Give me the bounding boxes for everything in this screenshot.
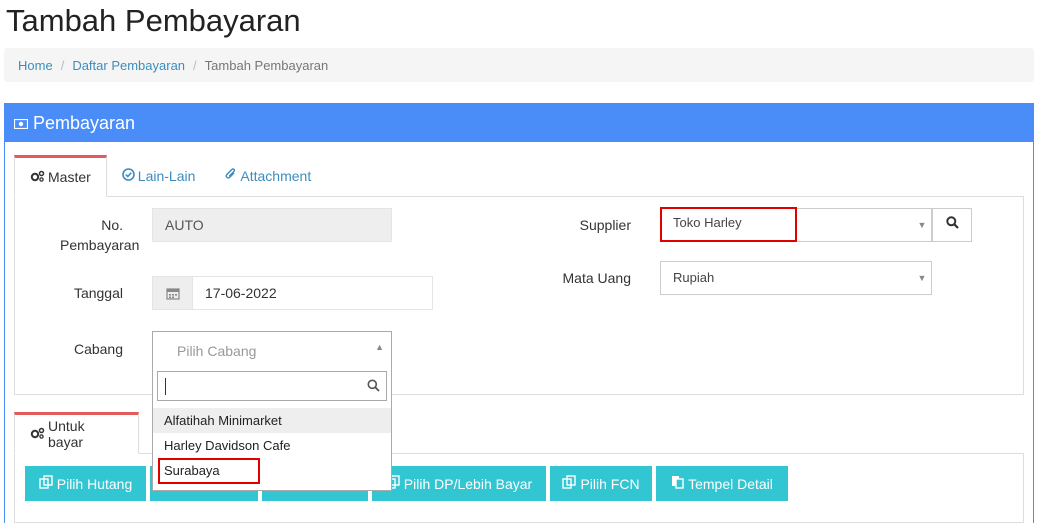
cabang-placeholder: Pilih Cabang <box>177 343 257 359</box>
tanggal-input[interactable]: 17-06-2022 <box>193 277 432 309</box>
check-circle-icon <box>121 168 138 184</box>
breadcrumb-current: Tambah Pembayaran <box>204 57 329 73</box>
mata-uang-label: Mata Uang <box>562 270 631 286</box>
tanggal-label: Tanggal <box>73 285 123 301</box>
supplier-select[interactable]: Toko Harley ▼ <box>660 208 932 242</box>
breadcrumb-home-link[interactable]: Home <box>18 58 53 73</box>
breadcrumb: Home / Daftar Pembayaran / Tambah Pembay… <box>4 48 1034 82</box>
cabang-option[interactable]: Surabaya <box>153 458 391 483</box>
tanggal-input-group[interactable]: 17-06-2022 <box>152 276 433 310</box>
tab-attachment-label: Attachment <box>240 168 312 184</box>
breadcrumb-separator: / <box>60 57 65 73</box>
panel-heading: Pembayaran <box>5 104 1033 142</box>
tempel-detail-button[interactable]: Tempel Detail <box>656 466 788 501</box>
cabang-options: Alfatihah Minimarket Harley Davidson Caf… <box>153 408 391 483</box>
tempel-detail-label: Tempel Detail <box>688 475 773 492</box>
money-icon <box>13 113 33 134</box>
tab-lain-lain[interactable]: Lain-Lain <box>107 155 211 197</box>
paste-icon <box>671 475 688 492</box>
pilih-fcn-button[interactable]: Pilih FCN <box>550 466 652 501</box>
cabang-option[interactable]: Harley Davidson Cafe <box>153 433 391 458</box>
calendar-icon[interactable] <box>153 277 193 309</box>
supplier-value: Toko Harley <box>673 214 742 230</box>
pilih-dp-label: Pilih DP/Lebih Bayar <box>403 475 533 492</box>
no-pembayaran-label: No. Pembayaran <box>60 217 140 253</box>
tab-master-label: Master <box>48 169 91 185</box>
cabang-dropdown[interactable]: Pilih Cabang ▲ Alfatihah Minimarket Harl… <box>152 331 392 491</box>
pilih-dp-button[interactable]: Pilih DP/Lebih Bayar <box>372 466 546 501</box>
breadcrumb-list-link[interactable]: Daftar Pembayaran <box>72 58 185 73</box>
pilih-hutang-label: Pilih Hutang <box>56 475 133 492</box>
copy-icon <box>562 475 580 492</box>
supplier-search-button[interactable] <box>932 208 972 242</box>
pilih-hutang-button[interactable]: Pilih Hutang <box>25 466 146 501</box>
cabang-label: Cabang <box>73 341 123 357</box>
cogs-icon <box>30 426 48 442</box>
paperclip-icon <box>225 168 240 184</box>
tab-untuk-bayar[interactable]: Untuk bayar <box>14 412 139 454</box>
chevron-down-icon: ▼ <box>917 273 927 283</box>
chevron-up-icon: ▲ <box>375 342 384 352</box>
cabang-option[interactable]: Alfatihah Minimarket <box>153 408 391 433</box>
tab-bar: Master Lain-Lain Attachment <box>14 155 1024 197</box>
panel-title: Pembayaran <box>33 112 136 133</box>
cabang-select[interactable]: Pilih Cabang ▲ <box>153 332 391 370</box>
tab-attachment[interactable]: Attachment <box>210 155 326 197</box>
copy-icon <box>39 475 57 492</box>
supplier-label: Supplier <box>579 217 631 233</box>
action-button-row: Pilih Hutang Pilih DP/Lebih Bayar Pilih … <box>25 466 788 501</box>
page-title: Tambah Pembayaran <box>6 3 301 38</box>
mata-uang-value: Rupiah <box>673 269 715 285</box>
tab-untuk-bayar-label: Untuk bayar <box>48 418 85 450</box>
cabang-search-input[interactable] <box>157 371 387 401</box>
mata-uang-select[interactable]: Rupiah ▼ <box>660 261 932 295</box>
search-icon <box>945 216 959 234</box>
tab-lain-lain-label: Lain-Lain <box>137 168 196 184</box>
chevron-down-icon: ▼ <box>917 220 927 230</box>
breadcrumb-separator: / <box>193 57 197 73</box>
text-cursor <box>165 378 166 395</box>
cogs-icon <box>30 169 48 185</box>
no-pembayaran-field: AUTO <box>152 208 392 242</box>
tab-master[interactable]: Master <box>14 155 107 197</box>
pilih-fcn-label: Pilih FCN <box>580 475 640 492</box>
